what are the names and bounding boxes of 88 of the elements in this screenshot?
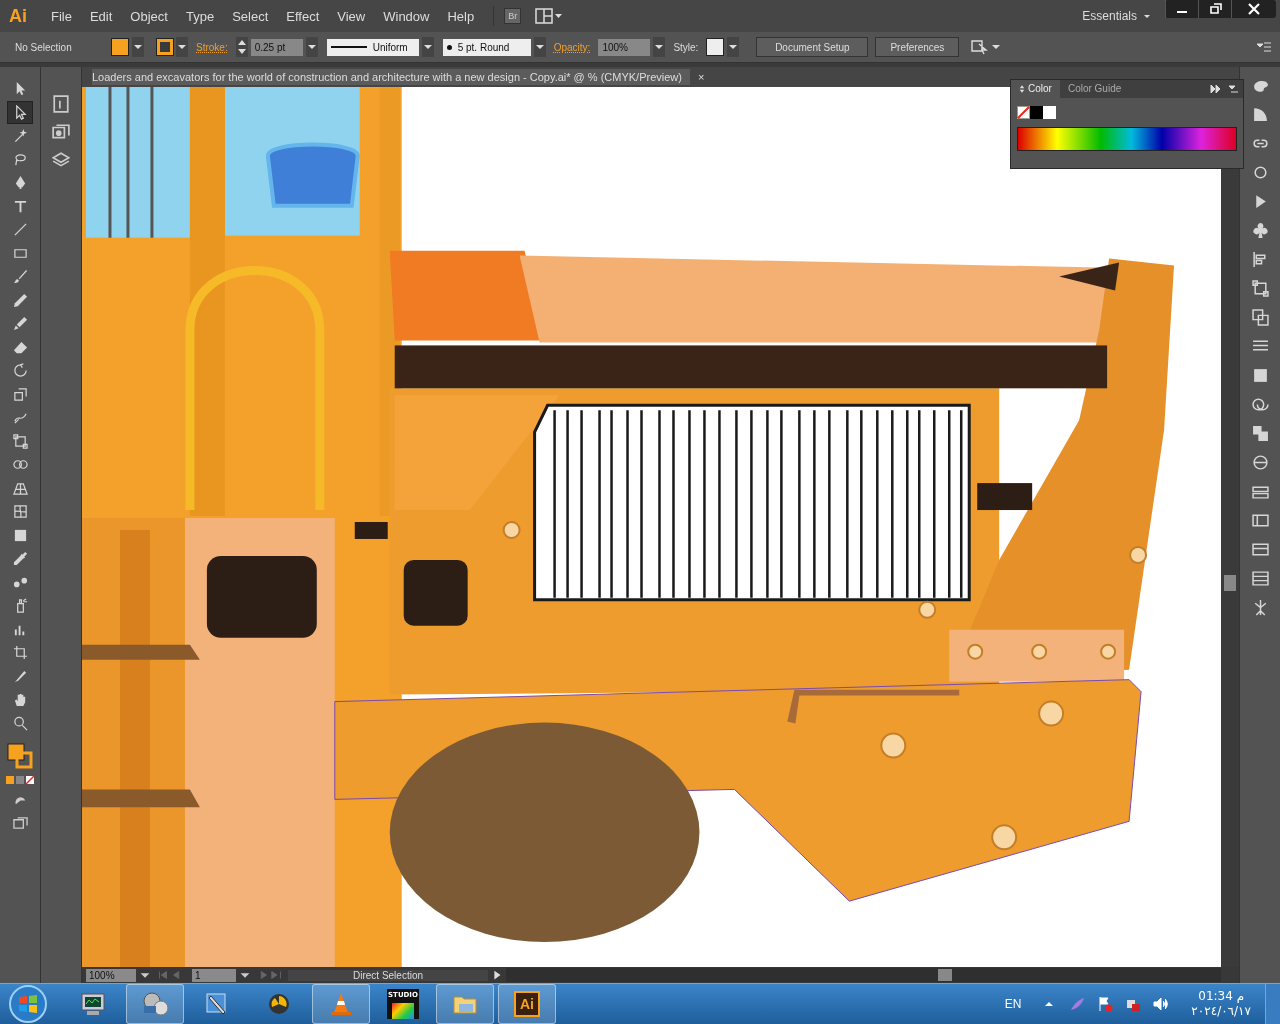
menu-item[interactable]: Help <box>438 8 484 24</box>
artboard-icon <box>12 645 28 661</box>
line-icon <box>12 222 28 238</box>
document-info-icon[interactable] <box>52 95 70 113</box>
menu-item[interactable]: Select <box>223 8 278 24</box>
taskbar-app[interactable] <box>126 984 184 1024</box>
menu-item[interactable]: Edit <box>80 8 122 24</box>
horizontal-scrollbar[interactable] <box>506 968 1221 982</box>
flag-warning-icon[interactable] <box>1097 996 1114 1012</box>
globe-icon[interactable] <box>1251 454 1269 471</box>
illustrator-app-icon: Ai <box>514 991 540 1017</box>
color-spectrum[interactable] <box>1017 127 1237 151</box>
spinner-arrows-icon[interactable] <box>235 37 248 57</box>
transform-box-icon <box>12 433 28 449</box>
monitor-icon <box>79 990 107 1018</box>
menu-item[interactable]: Effect <box>277 8 329 24</box>
workspace-switcher[interactable]: Essentials <box>1082 9 1137 23</box>
eyedropper-icon <box>12 551 28 567</box>
menu-item[interactable]: File <box>42 8 81 24</box>
current-tool-status: Direct Selection <box>288 969 488 981</box>
blob-brush-icon <box>12 316 28 332</box>
caret-icon[interactable] <box>1143 12 1151 20</box>
scale-icon <box>12 386 28 402</box>
artboard-number-field[interactable]: 1 <box>192 968 236 982</box>
panel-menu-icon[interactable] <box>1209 83 1239 95</box>
hand-icon <box>12 692 28 708</box>
graphic-style-swatch[interactable] <box>706 38 725 56</box>
fill-stroke-icon[interactable] <box>7 743 33 769</box>
pathfinder-icon[interactable] <box>1251 309 1269 326</box>
clock-time: 01:34 م <box>1198 989 1245 1004</box>
club-icon[interactable] <box>1251 222 1269 239</box>
panel-tab[interactable]: Color <box>1011 80 1060 98</box>
taskbar-app[interactable]: Ai <box>498 984 556 1024</box>
paintbrush-icon <box>12 269 28 285</box>
appearance-icon[interactable] <box>1251 396 1269 413</box>
mesh-icon <box>12 504 28 520</box>
speaker-icon[interactable] <box>1153 996 1170 1012</box>
lasso-icon <box>12 151 28 167</box>
gradient-quarter-icon[interactable] <box>1251 106 1269 123</box>
stroke-profile-select[interactable]: Uniform <box>326 38 419 56</box>
color-mode-icon[interactable] <box>5 775 35 785</box>
clock-date: ٢٠٢٤/٠٦/١٧ <box>1191 1004 1251 1019</box>
app-logo: Ai <box>8 5 28 27</box>
stroke-label[interactable]: Stroke: <box>196 41 228 53</box>
transform-icon[interactable] <box>1251 280 1269 297</box>
panel-tab[interactable]: Color Guide <box>1059 80 1130 98</box>
language-indicator[interactable]: EN <box>1004 997 1022 1011</box>
up-down-icon <box>1019 84 1025 94</box>
arrange-layout-icon[interactable] <box>535 8 564 24</box>
rotate-icon <box>12 363 28 379</box>
selection-status: No Selection <box>15 41 73 53</box>
search-icon <box>12 715 28 731</box>
menu-item[interactable]: View <box>328 8 375 24</box>
opacity-label[interactable]: Opacity: <box>553 41 591 53</box>
opacity-field[interactable]: 100% <box>598 38 651 56</box>
eraser-icon <box>12 339 28 355</box>
fill-swatch[interactable] <box>111 38 129 56</box>
artboards-icon[interactable] <box>1251 512 1269 529</box>
style-label: Style: <box>673 41 699 53</box>
document-tab[interactable]: Loaders and excavators for the world of construction and architecture with a new design - Copy.ai* @ % (CMYK/Preview) <box>92 69 690 85</box>
panel-stack-icon[interactable] <box>1251 570 1269 587</box>
toolbar-button[interactable]: Document Setup <box>756 37 869 57</box>
menu-item[interactable]: Window <box>374 8 439 24</box>
isolate-object-icon[interactable] <box>970 38 1003 56</box>
stacked-squares-icon[interactable] <box>1251 425 1269 442</box>
pencil-icon <box>12 292 28 308</box>
layers-icon[interactable] <box>52 151 70 169</box>
image-stack-icon[interactable] <box>52 123 70 141</box>
menu-item[interactable]: Object <box>121 8 177 24</box>
start-button[interactable] <box>8 984 48 1024</box>
default-swatches-icon[interactable] <box>1017 106 1056 119</box>
brush-dot-icon <box>446 44 452 50</box>
close-tab-button[interactable]: × <box>697 71 705 83</box>
panel-menu-icon[interactable] <box>1256 41 1272 53</box>
line-profile-icon <box>330 45 367 49</box>
type-tool-icon <box>12 198 28 214</box>
toolbar-button[interactable]: Preferences <box>875 37 960 57</box>
zoom-field[interactable]: 100% <box>86 968 136 982</box>
stroke-weight-field[interactable]: 0.25 pt <box>250 38 303 56</box>
bridge-button[interactable]: Br <box>504 8 522 24</box>
brush-select[interactable]: 5 pt. Round <box>442 38 531 56</box>
tool-button[interactable] <box>7 100 33 124</box>
knife-icon <box>12 668 28 684</box>
screen-mode-icon[interactable] <box>12 816 28 831</box>
stroke-swatch[interactable] <box>157 39 173 55</box>
perspective-grid-icon <box>12 480 28 496</box>
menu-item[interactable]: Type <box>176 8 224 24</box>
magic-wand-icon <box>12 128 28 144</box>
